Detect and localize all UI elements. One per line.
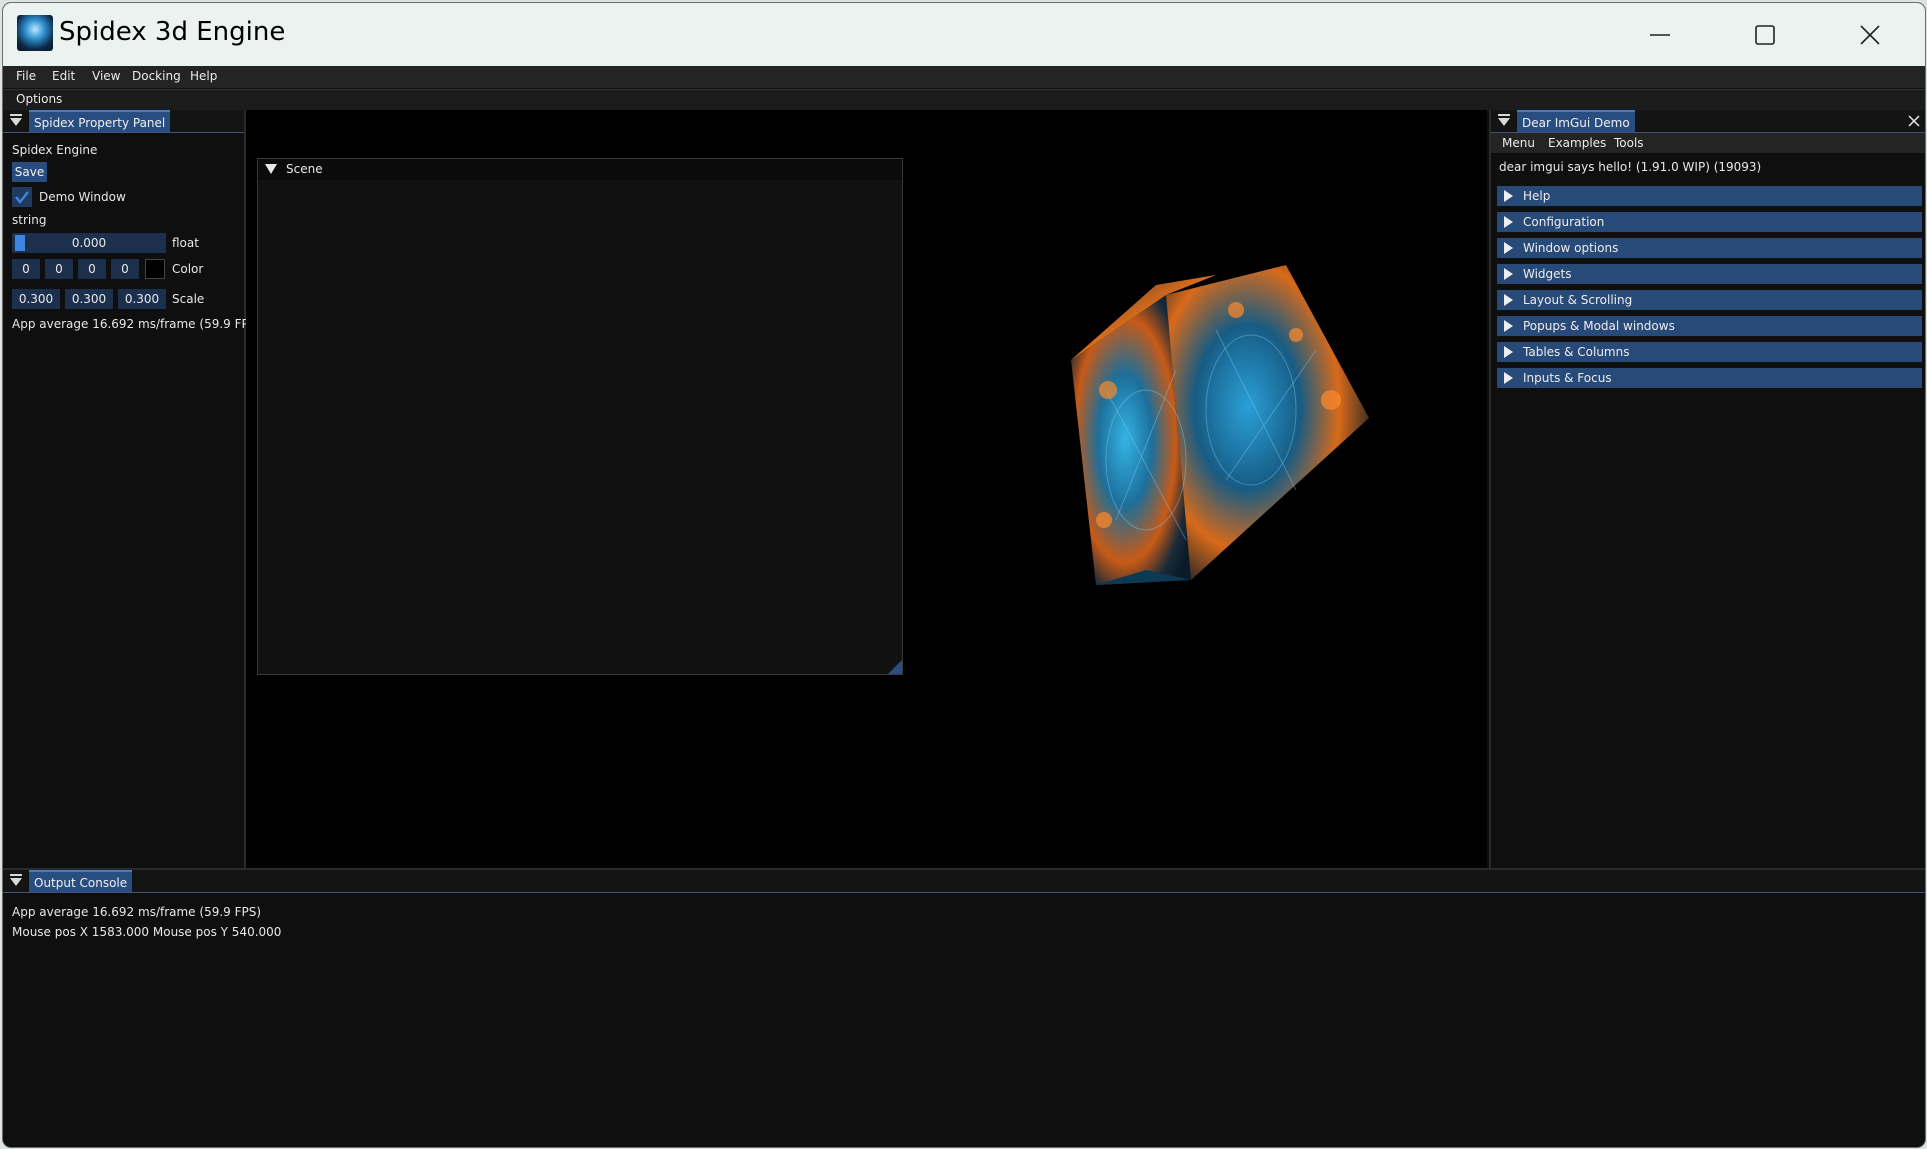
save-button[interactable]: Save (12, 162, 47, 182)
fps-text: App average 16.692 ms/frame (59.9 FPS) (12, 317, 262, 331)
window-title: Spidex 3d Engine (59, 17, 286, 47)
demo-panel: Dear ImGui Demo Menu Examples Tools dear… (1489, 110, 1925, 868)
demo-menu-examples[interactable]: Examples (1548, 136, 1606, 150)
demo-menu-tools[interactable]: Tools (1614, 136, 1644, 150)
app-window: Spidex 3d Engine File Edit View Docking … (2, 2, 1926, 1148)
menu-bar: File Edit View Docking Help (3, 66, 1925, 88)
color-a-field[interactable]: 0 (111, 259, 139, 279)
tab-output-console[interactable]: Output Console (29, 870, 133, 892)
header-popups-modal[interactable]: Popups & Modal windows (1497, 316, 1922, 336)
resize-grip[interactable] (888, 660, 902, 674)
expand-arrow-icon (1504, 268, 1513, 280)
property-panel-tabbar: Spidex Property Panel (3, 110, 244, 133)
header-label: Popups & Modal windows (1523, 319, 1675, 333)
color-g-field[interactable]: 0 (45, 259, 73, 279)
header-widgets[interactable]: Widgets (1497, 264, 1922, 284)
float-label: float (172, 236, 199, 250)
slider-grab[interactable] (15, 235, 25, 251)
menu-options[interactable]: Options (16, 92, 62, 106)
textured-cube (1071, 265, 1369, 585)
console-line: App average 16.692 ms/frame (59.9 FPS) (12, 905, 262, 919)
demo-panel-tabbar: Dear ImGui Demo (1491, 110, 1925, 133)
console-tabbar: Output Console (3, 870, 1925, 893)
expand-arrow-icon (1504, 372, 1513, 384)
dock-arrow-icon[interactable] (10, 118, 22, 126)
expand-arrow-icon (1504, 294, 1513, 306)
scale-z-field[interactable]: 0.300 (118, 289, 166, 309)
maximize-icon (1755, 25, 1775, 45)
expand-arrow-icon (1504, 242, 1513, 254)
header-tables-columns[interactable]: Tables & Columns (1497, 342, 1922, 362)
header-label: Configuration (1523, 215, 1605, 229)
header-label: Inputs & Focus (1523, 371, 1612, 385)
close-button[interactable] (1820, 3, 1920, 66)
menu-view[interactable]: View (92, 69, 120, 83)
menu-help[interactable]: Help (190, 69, 217, 83)
string-label: string (12, 213, 47, 227)
options-bar: Options (3, 89, 1925, 111)
expand-arrow-icon (1504, 320, 1513, 332)
menu-edit[interactable]: Edit (52, 69, 75, 83)
checkmark-icon (15, 191, 29, 204)
output-console: Output Console App average 16.692 ms/fra… (3, 868, 1925, 1147)
dock-menu-icon (10, 874, 22, 876)
demo-menu-menu[interactable]: Menu (1502, 136, 1535, 150)
collapse-arrow-icon[interactable] (265, 164, 277, 174)
imgui-hello-text: dear imgui says hello! (1.91.0 WIP) (190… (1499, 160, 1762, 174)
scene-window[interactable]: Scene (257, 158, 903, 675)
scale-label: Scale (172, 292, 205, 306)
maximize-button[interactable] (1715, 3, 1815, 66)
scale-x-field[interactable]: 0.300 (12, 289, 60, 309)
tab-property-panel[interactable]: Spidex Property Panel (29, 110, 171, 132)
menu-docking[interactable]: Docking (132, 69, 181, 83)
expand-arrow-icon (1504, 190, 1513, 202)
color-b-field[interactable]: 0 (78, 259, 106, 279)
header-configuration[interactable]: Configuration (1497, 212, 1922, 232)
dock-menu-icon (1498, 114, 1510, 116)
color-label: Color (172, 262, 204, 276)
menu-file[interactable]: File (16, 69, 36, 83)
scale-y-field[interactable]: 0.300 (65, 289, 113, 309)
title-bar[interactable]: Spidex 3d Engine (3, 3, 1925, 66)
minimize-button[interactable] (1610, 3, 1710, 66)
header-label: Tables & Columns (1523, 345, 1630, 359)
viewport[interactable]: Scene (246, 110, 1487, 868)
tab-imgui-demo[interactable]: Dear ImGui Demo (1517, 110, 1635, 132)
demo-window-label: Demo Window (39, 190, 126, 204)
dock-menu-icon (10, 114, 22, 116)
header-window-options[interactable]: Window options (1497, 238, 1922, 258)
app-icon (17, 15, 53, 51)
console-line: Mouse pos X 1583.000 Mouse pos Y 540.000 (12, 925, 282, 939)
header-layout-scrolling[interactable]: Layout & Scrolling (1497, 290, 1922, 310)
demo-window-checkbox[interactable] (12, 187, 32, 207)
color-r-field[interactable]: 0 (12, 259, 40, 279)
header-label: Widgets (1523, 267, 1572, 281)
scene-title: Scene (286, 162, 323, 176)
color-swatch[interactable] (145, 259, 165, 279)
float-slider[interactable]: 0.000 (12, 233, 166, 253)
expand-arrow-icon (1504, 216, 1513, 228)
engine-heading: Spidex Engine (12, 143, 98, 157)
scene-title-bar[interactable]: Scene (258, 159, 902, 180)
expand-arrow-icon (1504, 346, 1513, 358)
header-label: Layout & Scrolling (1523, 293, 1633, 307)
header-label: Help (1523, 189, 1551, 203)
minimize-icon (1650, 34, 1670, 36)
header-help[interactable]: Help (1497, 186, 1922, 206)
demo-menu-bar: Menu Examples Tools (1491, 133, 1925, 153)
dock-arrow-icon[interactable] (1498, 118, 1510, 126)
close-icon[interactable] (1907, 114, 1921, 128)
header-label: Window options (1523, 241, 1619, 255)
header-inputs-focus[interactable]: Inputs & Focus (1497, 368, 1922, 388)
dock-arrow-icon[interactable] (10, 878, 22, 886)
property-panel: Spidex Property Panel Spidex Engine Save… (3, 110, 261, 868)
float-value: 0.000 (71, 236, 107, 250)
close-icon (1860, 25, 1880, 45)
